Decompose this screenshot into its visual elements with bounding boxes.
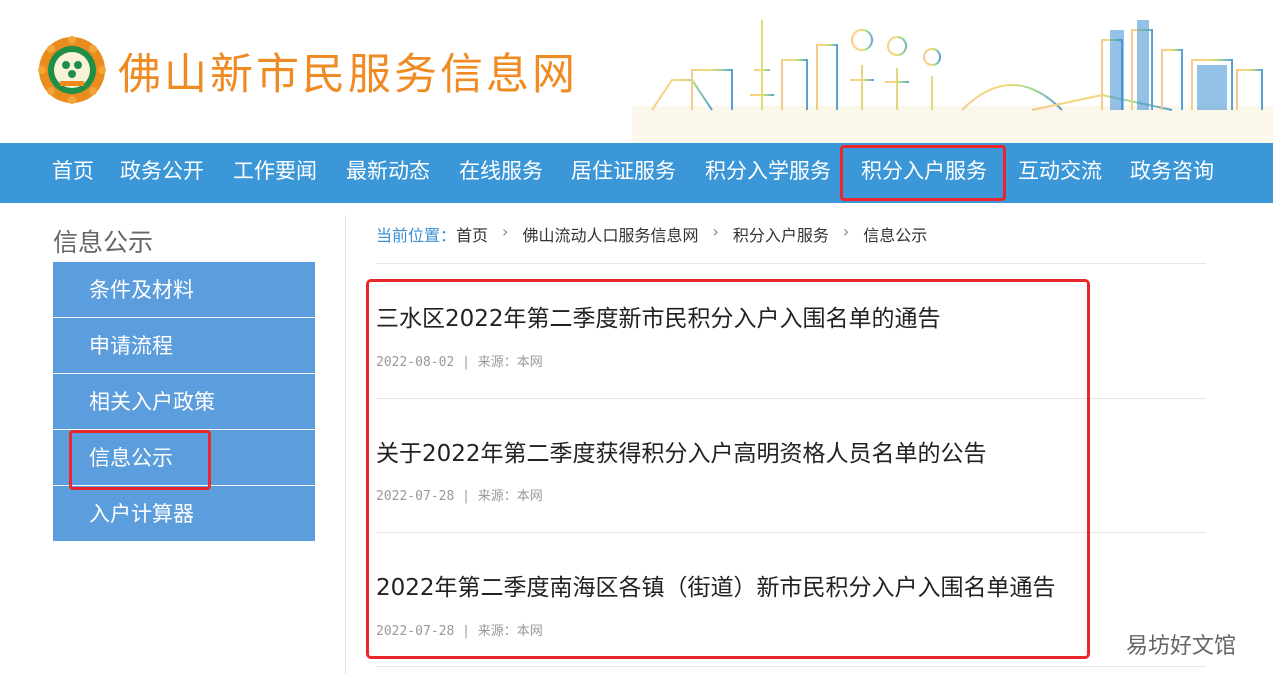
nav-highlight-box — [840, 145, 1006, 201]
breadcrumb-site[interactable]: 佛山流动人口服务信息网 — [522, 226, 698, 245]
article-list-highlight-box — [366, 279, 1090, 659]
sidebar-item-conditions[interactable]: 条件及材料 — [53, 262, 315, 318]
content-divider — [345, 215, 346, 674]
breadcrumb-separator: › — [842, 222, 850, 241]
nav-item-work-news[interactable]: 工作要闻 — [233, 143, 317, 203]
sidebar-item-policy[interactable]: 相关入户政策 — [53, 374, 315, 430]
nav-item-online-service[interactable]: 在线服务 — [459, 143, 543, 203]
nav-item-interaction[interactable]: 互动交流 — [1018, 143, 1102, 203]
breadcrumb-label: 当前位置： — [376, 226, 457, 245]
nav-item-consult[interactable]: 政务咨询 — [1130, 143, 1214, 203]
city-skyline-banner — [632, 20, 1273, 143]
nav-item-residence-permit[interactable]: 居住证服务 — [571, 143, 676, 203]
nav-item-latest[interactable]: 最新动态 — [346, 143, 430, 203]
sidebar-title: 信息公示 — [53, 228, 154, 257]
breadcrumb: 当前位置：首页 › 佛山流动人口服务信息网 › 积分入户服务 › 信息公示 — [376, 222, 1206, 264]
sidebar-menu: 条件及材料 申请流程 相关入户政策 信息公示 入户计算器 — [53, 262, 315, 542]
sidebar-item-process[interactable]: 申请流程 — [53, 318, 315, 374]
breadcrumb-current: 信息公示 — [863, 226, 928, 245]
breadcrumb-separator: › — [712, 222, 719, 241]
nav-item-home[interactable]: 首页 — [52, 143, 94, 203]
site-header: 佛山新市民服务信息网 — [0, 0, 1273, 143]
sidebar-highlight-box — [69, 430, 211, 490]
nav-item-gov-affairs[interactable]: 政务公开 — [120, 143, 204, 203]
breadcrumb-separator: › — [502, 222, 509, 241]
sidebar-item-calculator[interactable]: 入户计算器 — [53, 486, 315, 542]
breadcrumb-home[interactable]: 首页 — [456, 226, 488, 245]
site-title[interactable]: 佛山新市民服务信息网 — [118, 40, 578, 102]
nav-item-points-school[interactable]: 积分入学服务 — [705, 143, 831, 203]
main-nav: 首页 政务公开 工作要闻 最新动态 在线服务 居住证服务 积分入学服务 积分入户… — [0, 143, 1273, 203]
breadcrumb-section[interactable]: 积分入户服务 — [733, 226, 829, 245]
foshan-emblem-icon[interactable] — [38, 36, 106, 104]
watermark: 易坊好文馆 — [1126, 634, 1237, 659]
